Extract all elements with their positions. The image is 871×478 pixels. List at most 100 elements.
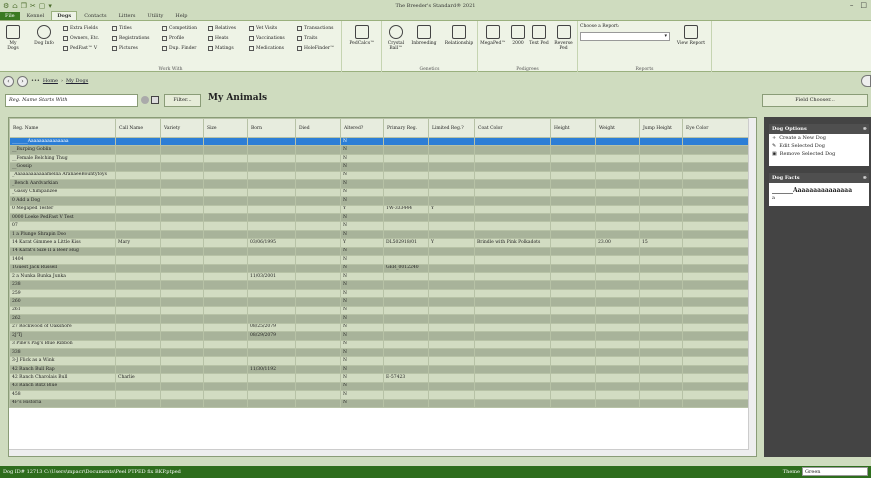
reverse-ped-button[interactable]: Reverse Ped <box>550 25 577 51</box>
column-header[interactable]: Limited Reg.? <box>428 118 475 138</box>
table-row[interactable]: 27 Rockwood of Oakshore 08/25/2079 N <box>9 322 750 333</box>
column-header[interactable]: Size <box>203 118 248 138</box>
breadcrumb-home[interactable]: Home <box>43 78 58 84</box>
table-row[interactable]: _Aaaaaaaaaaaamellia AranaeéBountytoys N <box>9 170 750 181</box>
text-ped-button[interactable]: Text Ped <box>528 25 550 46</box>
column-header[interactable]: Altered? <box>340 118 384 138</box>
history-menu[interactable]: ••• <box>31 78 40 84</box>
report-select[interactable]: ▾ <box>580 32 670 41</box>
minimize-button[interactable]: – <box>850 1 854 9</box>
table-row[interactable]: 14 Karat's Size II a Beer Hug N <box>9 246 750 257</box>
column-header[interactable]: Variety <box>160 118 204 138</box>
vertical-scrollbar[interactable] <box>748 118 756 456</box>
matings-button[interactable]: Matings <box>208 46 234 51</box>
create-dog-link[interactable]: + Create a New Dog <box>769 134 869 142</box>
dog-info-button[interactable]: Dog Info <box>33 25 55 46</box>
ped-2000-button[interactable]: 2000 <box>508 25 528 46</box>
holefinder-button[interactable]: HoleFinder™ <box>297 46 334 51</box>
transactions-button[interactable]: Transactions <box>297 26 333 31</box>
maximize-button[interactable]: □ <box>860 1 867 9</box>
vet-visits-button[interactable]: Vet Visits <box>249 26 277 31</box>
table-row[interactable]: 0 Add a Dog N <box>9 196 750 206</box>
table-row[interactable]: 2 a Nunka Bunka Junka 11/03/2001 N <box>9 271 750 282</box>
table-row[interactable]: _Gassy Chimpanzee N <box>9 187 750 198</box>
column-header[interactable]: Height <box>550 118 596 138</box>
extra-fields-button[interactable]: Extra Fields <box>63 26 98 31</box>
pictures-button[interactable]: Pictures <box>112 46 138 51</box>
dup-finder-button[interactable]: Dup. Finder <box>162 46 196 51</box>
table-row[interactable]: 14 Karat Gimmee a Little Kiss Mary 03/06/1… <box>9 238 750 248</box>
relationship-button[interactable]: Relationship <box>441 25 477 46</box>
table-row[interactable]: 4F's Historia N <box>9 398 750 409</box>
table-row[interactable]: 2J'Tj 08/29/2079 N <box>9 331 750 341</box>
pin-icon[interactable]: ⊛ <box>863 124 867 134</box>
my-dogs-button[interactable]: My Dogs <box>3 25 23 51</box>
pedcalcs-button[interactable]: PedCalcs™ <box>345 25 379 46</box>
relatives-button[interactable]: Relatives <box>208 26 236 31</box>
table-row[interactable]: _______Aaaaaaaaaaaaaaa N <box>9 136 750 147</box>
tab-kennel[interactable]: Kennel <box>22 12 50 20</box>
column-header[interactable]: Coat Color <box>474 118 551 138</box>
breadcrumb-my-dogs[interactable]: My Dogs <box>66 78 88 84</box>
registrations-button[interactable]: Registrations <box>112 36 150 41</box>
table-row[interactable]: 261 N <box>9 305 750 316</box>
theme-select[interactable]: Green <box>802 467 868 476</box>
edit-dog-link[interactable]: ✎ Edit Selected Dog <box>769 142 869 150</box>
pedfast-button[interactable]: PedFast™ V <box>63 46 97 51</box>
table-row[interactable]: 259 N <box>9 288 750 299</box>
table-row[interactable]: __Female Belching Thug N <box>9 153 750 164</box>
titles-button[interactable]: Titles <box>112 26 132 31</box>
table-row[interactable]: 3-J Flick as a Wink N <box>9 356 750 366</box>
column-header[interactable]: Weight <box>595 118 640 138</box>
table-row[interactable]: __Burping Goblin N <box>9 145 750 155</box>
table-row[interactable]: 0 Megaped Tester Y TW-333444 Y <box>9 204 750 214</box>
tab-dogs[interactable]: Dogs <box>51 11 78 20</box>
tab-utility[interactable]: Utility <box>142 12 168 20</box>
profile-button[interactable]: Profile <box>162 36 184 41</box>
table-row[interactable]: 1 a Plunge Shrapin Doo N <box>9 229 750 240</box>
tab-litters[interactable]: Litters <box>114 12 141 20</box>
table-row[interactable]: 3 Pine's Pag's Blue Ribbon N <box>9 339 750 349</box>
tab-help[interactable]: Help <box>170 12 192 20</box>
column-header[interactable]: Call Name <box>115 118 161 138</box>
competition-button[interactable]: Competition <box>162 26 197 31</box>
horizontal-scrollbar[interactable] <box>9 449 749 456</box>
back-button[interactable]: ‹ <box>3 75 14 87</box>
heats-button[interactable]: Heats <box>208 36 228 41</box>
column-header[interactable]: Eye Color <box>682 118 750 138</box>
tab-file[interactable]: File <box>0 12 20 20</box>
table-row[interactable]: 458 N <box>9 390 750 400</box>
clear-search-icon[interactable] <box>141 96 149 104</box>
field-chooser-button[interactable]: Field Chooser... <box>762 94 868 107</box>
remove-dog-link[interactable]: ▣ Remove Selected Dog <box>769 150 869 158</box>
tab-contacts[interactable]: Contacts <box>79 12 111 20</box>
column-header[interactable]: Born <box>247 118 296 138</box>
table-row[interactable]: 07 N <box>9 221 750 231</box>
column-header[interactable]: Jump Height <box>639 118 683 138</box>
table-row[interactable]: __Gossip N <box>9 162 750 172</box>
table-row[interactable]: 0000 Loeke PedFast V Test N <box>9 212 750 223</box>
view-report-button[interactable]: View Report <box>672 25 710 46</box>
filter-button[interactable]: Filter... <box>164 94 201 107</box>
table-row[interactable]: 260 N <box>9 297 750 307</box>
inbreeding-button[interactable]: Inbreeding <box>407 25 441 46</box>
table-row[interactable]: 1404 N <box>9 255 750 265</box>
table-row[interactable]: 1Guest Jack Russell N GER_0012240 <box>9 263 750 274</box>
pin-icon[interactable]: ⊛ <box>863 173 867 183</box>
column-header[interactable]: Reg. Name <box>9 118 116 138</box>
vaccinations-button[interactable]: Vaccinations <box>249 36 285 41</box>
table-row[interactable]: 338 N <box>9 347 750 358</box>
column-header[interactable]: Died <box>295 118 341 138</box>
side-panel-toggle[interactable] <box>861 75 871 87</box>
table-row[interactable]: 238 N <box>9 280 750 290</box>
forward-button[interactable]: › <box>17 75 28 87</box>
column-header[interactable]: Primary Reg. <box>383 118 429 138</box>
table-row[interactable]: 42 Ranch Charolais Bull Charlie N E-57423 <box>9 373 750 383</box>
crystal-ball-button[interactable]: Crystal Ball™ <box>384 25 408 51</box>
table-row[interactable]: 262 N <box>9 314 750 324</box>
reg-name-search-input[interactable]: Reg. Name Starts With <box>5 94 138 107</box>
binoculars-icon[interactable] <box>151 96 159 104</box>
table-row[interactable]: 43 Ranch Blitz Blue N <box>9 381 750 392</box>
owners-button[interactable]: Owners, Etc. <box>63 36 99 41</box>
table-row[interactable]: _Bench Aardvarkian N <box>9 179 750 189</box>
